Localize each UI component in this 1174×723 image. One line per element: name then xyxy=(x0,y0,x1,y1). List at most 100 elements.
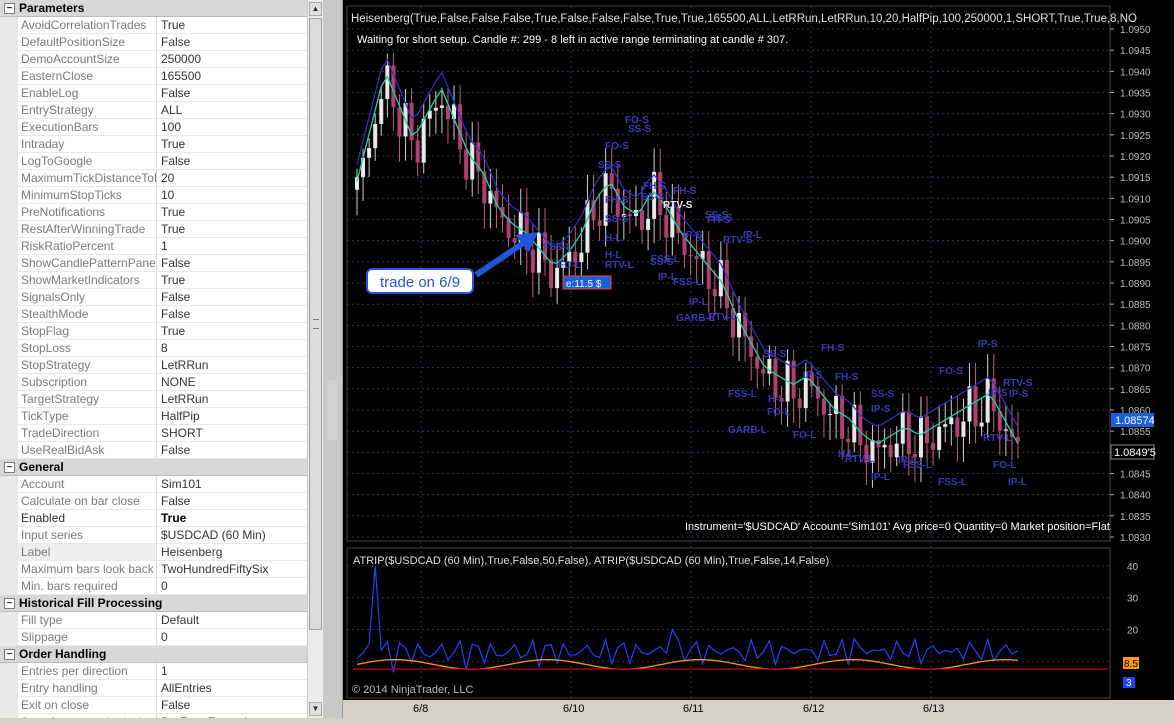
property-row[interactable]: EasternClose 165500 xyxy=(0,68,322,85)
property-value[interactable]: 8 xyxy=(157,340,322,356)
property-value[interactable]: 165500 xyxy=(157,68,322,84)
property-value[interactable]: PerEntryExecution xyxy=(157,714,322,718)
category-parameters[interactable]: − Parameters xyxy=(0,0,322,17)
property-value[interactable]: 100 xyxy=(157,119,322,135)
property-value[interactable]: False xyxy=(157,442,322,458)
splitter-handle[interactable] xyxy=(327,380,337,440)
property-row[interactable]: Stop & target submission PerEntryExecuti… xyxy=(0,714,322,718)
property-row[interactable]: Label Heisenberg xyxy=(0,544,322,561)
property-value[interactable]: SHORT xyxy=(157,425,322,441)
property-row[interactable]: Enabled True xyxy=(0,510,322,527)
property-value[interactable]: True xyxy=(157,510,322,526)
property-value[interactable]: $USDCAD (60 Min) xyxy=(157,527,322,543)
property-row[interactable]: AvoidCorrelationTrades True xyxy=(0,17,322,34)
property-value[interactable]: 20 xyxy=(157,170,322,186)
property-value[interactable]: 1 xyxy=(157,238,322,254)
property-value[interactable]: 250000 xyxy=(157,51,322,67)
scroll-up-icon[interactable]: ▲ xyxy=(309,2,322,16)
property-value[interactable]: True xyxy=(157,204,322,220)
property-value[interactable]: AllEntries xyxy=(157,680,322,696)
property-row[interactable]: UseRealBidAsk False xyxy=(0,442,322,459)
property-value[interactable]: False xyxy=(157,255,322,271)
property-name: AvoidCorrelationTrades xyxy=(18,17,157,33)
scroll-thumb[interactable] xyxy=(309,18,322,630)
property-row[interactable]: MaximumTickDistanceToE 20 xyxy=(0,170,322,187)
property-row[interactable]: EnableLog False xyxy=(0,85,322,102)
property-row[interactable]: TickType HalfPip xyxy=(0,408,322,425)
property-row[interactable]: Min. bars required 0 xyxy=(0,578,322,595)
property-row[interactable]: TradeDirection SHORT xyxy=(0,425,322,442)
property-value[interactable]: TwoHundredFiftySix xyxy=(157,561,322,577)
category-general[interactable]: − General xyxy=(0,459,322,476)
property-value[interactable]: LetRRun xyxy=(157,357,322,373)
chart-area[interactable]: FO-S SS-S FO-S SS-S FH-S SS-S FH-S SS-S RTV-S SS-… xyxy=(343,0,1174,718)
properties-scrollbar[interactable]: ▲ ▼ xyxy=(307,0,323,718)
property-value[interactable]: False xyxy=(157,289,322,305)
property-value[interactable]: ALL xyxy=(157,102,322,118)
property-value[interactable]: 0 xyxy=(157,578,322,594)
category-historical-fill-processing[interactable]: − Historical Fill Processing xyxy=(0,595,322,612)
property-value[interactable]: False xyxy=(157,153,322,169)
signal-label: RTV-L xyxy=(708,312,737,323)
collapse-icon[interactable]: − xyxy=(4,597,15,609)
property-value[interactable]: HalfPip xyxy=(157,408,322,424)
property-value[interactable]: True xyxy=(157,221,322,237)
property-row[interactable]: SignalsOnly False xyxy=(0,289,322,306)
property-row[interactable]: TargetStrategy LetRRun xyxy=(0,391,322,408)
property-row[interactable]: PreNotifications True xyxy=(0,204,322,221)
property-value[interactable]: 0 xyxy=(157,629,322,645)
property-row[interactable]: DemoAccountSize 250000 xyxy=(0,51,322,68)
property-row[interactable]: RiskRatioPercent 1 xyxy=(0,238,322,255)
property-row[interactable]: LogToGoogle False xyxy=(0,153,322,170)
candle-body xyxy=(961,421,966,437)
property-value[interactable]: LetRRun xyxy=(157,391,322,407)
property-row[interactable]: ShowCandlePatternPanels False xyxy=(0,255,322,272)
property-value[interactable]: Sim101 xyxy=(157,476,322,492)
property-value[interactable]: False xyxy=(157,306,322,322)
property-row[interactable]: Input series $USDCAD (60 Min) xyxy=(0,527,322,544)
property-value[interactable]: NONE xyxy=(157,374,322,390)
property-value[interactable]: Heisenberg xyxy=(157,544,322,560)
scroll-down-icon[interactable]: ▼ xyxy=(309,702,322,716)
property-row[interactable]: Slippage 0 xyxy=(0,629,322,646)
property-value[interactable]: True xyxy=(157,323,322,339)
property-row[interactable]: EntryStrategy ALL xyxy=(0,102,322,119)
property-value[interactable]: True xyxy=(157,17,322,33)
property-value[interactable]: False xyxy=(157,697,322,713)
atr-series-blue xyxy=(356,565,1019,673)
property-row[interactable]: ShowMarketIndicators True xyxy=(0,272,322,289)
property-row[interactable]: StopStrategy LetRRun xyxy=(0,357,322,374)
property-value[interactable]: False xyxy=(157,85,322,101)
collapse-icon[interactable]: − xyxy=(4,461,15,473)
property-value[interactable]: False xyxy=(157,34,322,50)
property-row[interactable]: Exit on close False xyxy=(0,697,322,714)
property-row[interactable]: Entry handling AllEntries xyxy=(0,680,322,697)
property-value[interactable]: False xyxy=(157,493,322,509)
price-tick-label: 1.0920 xyxy=(1120,152,1151,163)
property-value[interactable]: True xyxy=(157,272,322,288)
property-row[interactable]: MinimumStopTicks 10 xyxy=(0,187,322,204)
property-value[interactable]: 1 xyxy=(157,663,322,679)
property-row[interactable]: Subscription NONE xyxy=(0,374,322,391)
property-row[interactable]: Intraday True xyxy=(0,136,322,153)
property-row[interactable]: StealthMode False xyxy=(0,306,322,323)
collapse-icon[interactable]: − xyxy=(4,2,15,14)
property-row[interactable]: Calculate on bar close False xyxy=(0,493,322,510)
property-row[interactable]: ExecutionBars 100 xyxy=(0,119,322,136)
property-row[interactable]: RestAfterWinningTrade True xyxy=(0,221,322,238)
property-row[interactable]: Entries per direction 1 xyxy=(0,663,322,680)
property-name: Entries per direction xyxy=(18,663,157,679)
property-row[interactable]: Maximum bars look back TwoHundredFiftySi… xyxy=(0,561,322,578)
property-value[interactable]: True xyxy=(157,136,322,152)
property-value[interactable]: Default xyxy=(157,612,322,628)
panel-splitter[interactable] xyxy=(323,0,343,718)
property-row[interactable]: StopFlag True xyxy=(0,323,322,340)
price-chart[interactable]: FO-SSS-SFO-SSS-SFH-SSS-SFH-SSS-SRTV-SSS-… xyxy=(343,0,1174,718)
collapse-icon[interactable]: − xyxy=(4,648,15,660)
property-row[interactable]: Fill type Default xyxy=(0,612,322,629)
category-order-handling[interactable]: − Order Handling xyxy=(0,646,322,663)
property-row[interactable]: Account Sim101 xyxy=(0,476,322,493)
property-value[interactable]: 10 xyxy=(157,187,322,203)
property-row[interactable]: DefaultPositionSize False xyxy=(0,34,322,51)
property-row[interactable]: StopLoss 8 xyxy=(0,340,322,357)
